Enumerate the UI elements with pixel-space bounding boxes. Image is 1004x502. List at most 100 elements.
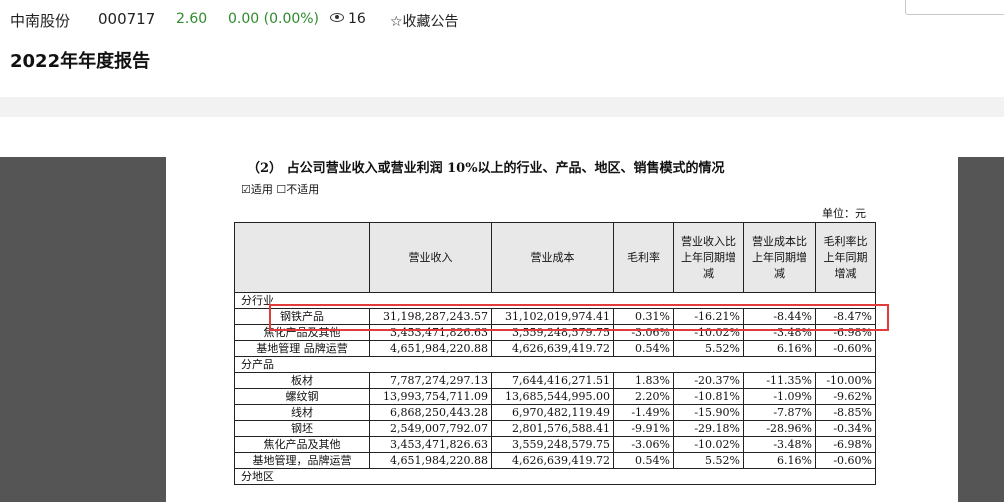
table-cell: -16.21%	[673, 308, 744, 325]
table-cell: -10.81%	[673, 388, 744, 405]
table-cell: 2,549,007,792.07	[369, 420, 492, 437]
table-cell: 4,626,639,419.72	[491, 340, 614, 357]
section-row: 分行业	[234, 292, 876, 309]
table-cell: 5.52%	[673, 340, 744, 357]
table-row: 板材 7,787,274,297.13 7,644,416,271.51 1.8…	[234, 372, 876, 389]
table-cell: -28.96%	[743, 420, 816, 437]
table-cell: 1.83%	[613, 372, 674, 389]
row-label: 钢坯	[234, 420, 370, 437]
table-cell: -10.00%	[815, 372, 876, 389]
table-cell: -15.90%	[673, 404, 744, 421]
toolbar-band	[0, 97, 1004, 117]
revenue-table: 营业收入 营业成本 毛利率 营业收入比上年同期增减 营业成本比上年同期增减 毛利…	[234, 222, 876, 485]
table-cell: -0.34%	[815, 420, 876, 437]
row-label: 焦化产品及其他	[234, 436, 370, 453]
eye-icon	[330, 13, 344, 22]
table-cell: 0.54%	[613, 340, 674, 357]
applicable-checkbox-line: ☑适用 ☐不适用	[241, 183, 320, 196]
table-row: 基地管理，品牌运营 4,651,984,220.88 4,626,639,419…	[234, 452, 876, 469]
table-cell: -20.37%	[673, 372, 744, 389]
table-cell: 3,453,471,826.63	[369, 324, 492, 341]
table-cell: 0.54%	[613, 452, 674, 469]
row-label: 螺纹钢	[234, 388, 370, 405]
document-page: （2） 占公司营业收入或营业利润 10%以上的行业、产品、地区、销售模式的情况 …	[166, 157, 958, 502]
section-heading: （2） 占公司营业收入或营业利润 10%以上的行业、产品、地区、销售模式的情况	[247, 161, 725, 176]
table-cell: -8.85%	[815, 404, 876, 421]
column-header: 毛利率	[613, 222, 674, 293]
stock-change: 0.00 (0.00%)	[228, 11, 320, 27]
column-header: 营业收入	[369, 222, 492, 293]
table-cell: 0.31%	[613, 308, 674, 325]
table-cell: -3.48%	[743, 436, 816, 453]
table-row: 焦化产品及其他 3,453,471,826.63 3,559,248,579.7…	[234, 436, 876, 453]
section-label: 分行业	[234, 292, 876, 309]
table-cell: 3,559,248,579.75	[491, 324, 614, 341]
table-cell: -0.60%	[815, 340, 876, 357]
table-cell: -7.87%	[743, 404, 816, 421]
favorite-announcement-button[interactable]: ☆收藏公告	[390, 11, 459, 31]
table-cell: -9.62%	[815, 388, 876, 405]
table-cell: 4,626,639,419.72	[491, 452, 614, 469]
table-header-row: 营业收入 营业成本 毛利率 营业收入比上年同期增减 营业成本比上年同期增减 毛利…	[234, 222, 876, 293]
table-cell: 2.20%	[613, 388, 674, 405]
column-header: 营业成本	[491, 222, 614, 293]
table-cell: 2,801,576,588.41	[491, 420, 614, 437]
table-cell: -9.91%	[613, 420, 674, 437]
table-cell: 4,651,984,220.88	[369, 340, 492, 357]
table-cell: -10.02%	[673, 324, 744, 341]
table-cell: 31,102,019,974.41	[491, 308, 614, 325]
table-cell: 13,993,754,711.09	[369, 388, 492, 405]
table-cell: 13,685,544,995.00	[491, 388, 614, 405]
table-cell: 7,644,416,271.51	[491, 372, 614, 389]
view-count: 16	[330, 11, 366, 27]
table-cell: -8.44%	[743, 308, 816, 325]
table-cell: -6.98%	[815, 324, 876, 341]
table-cell: -0.60%	[815, 452, 876, 469]
report-title: 2022年年度报告	[10, 51, 151, 72]
section-row: 分产品	[234, 356, 876, 373]
stock-price: 2.60	[176, 11, 208, 27]
table-cell: -1.49%	[613, 404, 674, 421]
table-cell: 3,559,248,579.75	[491, 436, 614, 453]
stock-header: 中南股份 000717 2.60 0.00 (0.00%) 16 ☆收藏公告	[0, 0, 1004, 40]
column-header	[234, 222, 370, 293]
table-cell: 6,970,482,119.49	[491, 404, 614, 421]
table-cell: -10.02%	[673, 436, 744, 453]
table-cell: -1.09%	[743, 388, 816, 405]
table-cell: -6.98%	[815, 436, 876, 453]
row-label: 基地管理，品牌运营	[234, 452, 370, 469]
table-cell: -3.06%	[613, 324, 674, 341]
table-row: 钢铁产品 31,198,287,243.57 31,102,019,974.41…	[234, 308, 876, 325]
row-label: 焦化产品及其他	[234, 324, 370, 341]
stock-name[interactable]: 中南股份	[10, 10, 70, 31]
row-label: 基地管理 品牌运营	[234, 340, 370, 357]
table-cell: -8.47%	[815, 308, 876, 325]
pdf-viewer[interactable]: （2） 占公司营业收入或营业利润 10%以上的行业、产品、地区、销售模式的情况 …	[0, 157, 1004, 502]
table-row: 螺纹钢 13,993,754,711.09 13,685,544,995.00 …	[234, 388, 876, 405]
table-cell: 5.52%	[673, 452, 744, 469]
table-row: 基地管理 品牌运营 4,651,984,220.88 4,626,639,419…	[234, 340, 876, 357]
row-label: 板材	[234, 372, 370, 389]
table-row: 钢坯 2,549,007,792.07 2,801,576,588.41 -9.…	[234, 420, 876, 437]
view-count-value: 16	[348, 11, 366, 27]
column-header: 毛利率比上年同期增减	[815, 222, 876, 293]
table-cell: 6,868,250,443.28	[369, 404, 492, 421]
stock-code[interactable]: 000717	[98, 10, 155, 28]
table-cell: -3.48%	[743, 324, 816, 341]
unit-label: 单位：元	[822, 207, 866, 220]
table-cell: -29.18%	[673, 420, 744, 437]
table-cell: -3.06%	[613, 436, 674, 453]
table-cell: 6.16%	[743, 452, 816, 469]
table-cell: 31,198,287,243.57	[369, 308, 492, 325]
table-cell: 6.16%	[743, 340, 816, 357]
column-header: 营业成本比上年同期增减	[743, 222, 816, 293]
table-cell: 4,651,984,220.88	[369, 452, 492, 469]
table-cell: 7,787,274,297.13	[369, 372, 492, 389]
table-cell: -11.35%	[743, 372, 816, 389]
row-label: 线材	[234, 404, 370, 421]
table-row: 焦化产品及其他 3,453,471,826.63 3,559,248,579.7…	[234, 324, 876, 341]
column-header: 营业收入比上年同期增减	[673, 222, 744, 293]
corner-control[interactable]	[905, 0, 1004, 15]
table-row: 线材 6,868,250,443.28 6,970,482,119.49 -1.…	[234, 404, 876, 421]
row-label: 钢铁产品	[234, 308, 370, 325]
